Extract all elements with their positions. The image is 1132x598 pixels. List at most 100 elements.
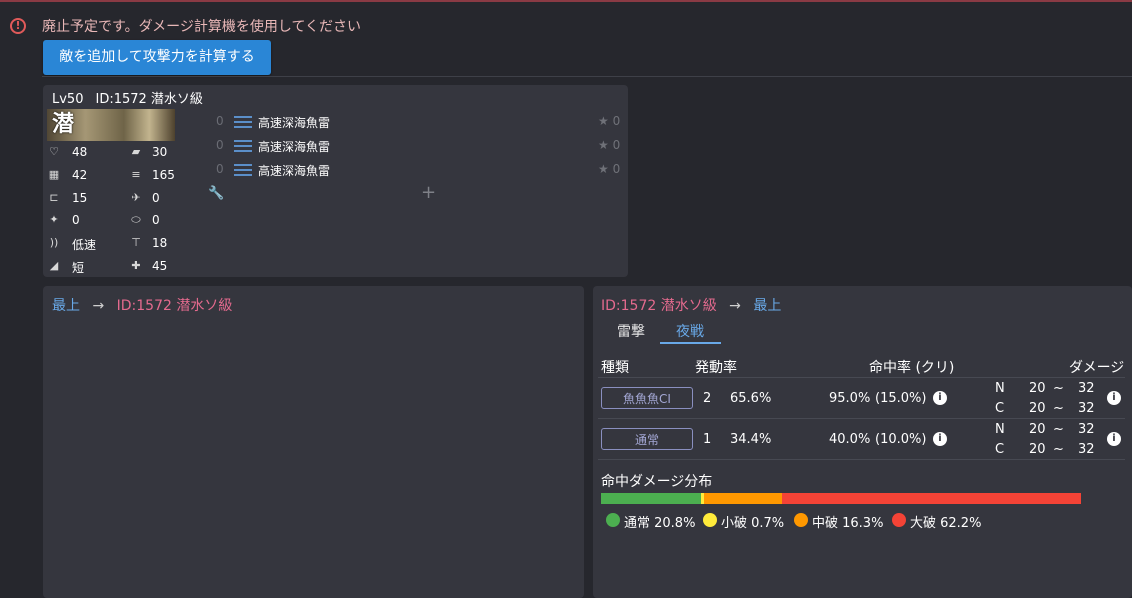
proficiency-star: ★ 0 <box>598 138 621 152</box>
speed-icon: )) <box>49 236 59 249</box>
legend-dot-icon <box>606 513 620 527</box>
arrow-right-icon: → <box>729 298 741 314</box>
hit-rate: 95.0% <box>829 391 871 406</box>
armor-icon: ▰ <box>131 145 141 158</box>
stat-value: 165 <box>152 168 175 182</box>
normal-label: N <box>995 422 1005 437</box>
add-equipment-button[interactable]: + <box>421 182 436 203</box>
left-breadcrumb: 最上 → ID:1572 潜水ソ級 <box>52 295 232 315</box>
legend-label: 大破 62.2% <box>910 516 982 531</box>
add-enemy-button[interactable]: 敵を追加して攻撃力を計算する <box>43 40 271 75</box>
stat-value: 短 <box>72 261 85 275</box>
normal-min: 20 <box>1029 422 1046 437</box>
defender-link[interactable]: ID:1572 潜水ソ級 <box>117 298 233 314</box>
tab-torpedo[interactable]: 雷撃 <box>617 321 645 341</box>
crit-label: C <box>995 442 1005 457</box>
wrench-icon[interactable]: 🔧 <box>208 186 224 201</box>
legend-label: 通常 20.8% <box>624 516 696 531</box>
divider <box>42 76 1132 77</box>
arrow-right-icon: → <box>92 298 105 314</box>
attacker-link[interactable]: ID:1572 潜水ソ級 <box>601 298 717 314</box>
equipment-name[interactable]: 高速深海魚雷 <box>258 138 330 155</box>
legend-label: 中破 16.3% <box>812 516 884 531</box>
right-breadcrumb: ID:1572 潜水ソ級 → 最上 <box>601 295 781 315</box>
tilde: ~ <box>1053 381 1064 396</box>
alert-circle-icon: ! <box>10 18 26 34</box>
proficiency-star: ★ 0 <box>598 162 621 176</box>
attack-type-chip[interactable]: 通常 <box>601 428 693 450</box>
legend-dot-icon <box>892 513 906 527</box>
distribution-segment <box>704 493 782 504</box>
stat-value: 0 <box>152 191 160 205</box>
info-icon[interactable]: i <box>1107 432 1121 446</box>
ship-level: Lv50 <box>52 92 84 107</box>
row-divider <box>598 377 1125 378</box>
equipment-name[interactable]: 高速深海魚雷 <box>258 114 330 131</box>
ship-type-badge: 潜 <box>51 112 74 137</box>
normal-max: 32 <box>1078 422 1095 437</box>
asw-icon: ✦ <box>49 213 59 226</box>
aa-icon: ✈ <box>131 191 141 204</box>
attacker-link[interactable]: 最上 <box>52 298 80 314</box>
defender-link[interactable]: 最上 <box>753 298 781 314</box>
improvement-count: 0 <box>216 138 224 152</box>
ship-banner[interactable]: 潜 <box>47 109 175 141</box>
col-header-damage: ダメージ <box>1069 360 1125 376</box>
stat-value: 30 <box>152 145 168 159</box>
stat-value: 42 <box>72 168 88 182</box>
luck-icon: ⊤ <box>131 236 141 249</box>
crit-min: 20 <box>1029 442 1046 457</box>
evasion-icon: ▦ <box>48 168 60 181</box>
torpedo-icon <box>234 116 252 132</box>
info-icon[interactable]: i <box>933 391 947 405</box>
crit-max: 32 <box>1078 442 1095 457</box>
stat-value: 18 <box>152 236 168 250</box>
stat-value: 45 <box>152 259 168 273</box>
deprecation-warning: 廃止予定です。ダメージ計算機を使用してください <box>42 19 362 35</box>
torpedo-icon <box>234 164 252 180</box>
trigger-rate: 34.4% <box>730 432 772 447</box>
ship-header: Lv50 ID:1572 潜水ソ級 <box>52 88 215 107</box>
equipment-name[interactable]: 高速深海魚雷 <box>258 162 330 179</box>
stat-value: 15 <box>72 191 88 205</box>
distribution-segment <box>601 493 701 504</box>
crit-rate: (10.0%) <box>875 432 927 447</box>
col-header-hit: 命中率 (クリ) <box>869 360 955 376</box>
attack-panel-left <box>43 286 584 598</box>
range-icon: ◢ <box>49 259 59 272</box>
legend-dot-icon <box>703 513 717 527</box>
ammo-icon: ≡ <box>131 168 141 181</box>
info-icon[interactable]: i <box>933 432 947 446</box>
col-header-rate: 発動率 <box>695 360 737 376</box>
row-divider <box>598 418 1125 419</box>
legend-dot-icon <box>794 513 808 527</box>
legend-label: 小破 0.7% <box>721 516 785 531</box>
hit-count: 1 <box>703 432 712 447</box>
improvement-count: 0 <box>216 162 224 176</box>
active-tab-indicator <box>660 342 721 344</box>
info-icon[interactable]: i <box>1107 391 1121 405</box>
crit-label: C <box>995 401 1005 416</box>
heart-icon: ♡ <box>49 145 59 158</box>
attack-type-chip[interactable]: 魚魚魚CI <box>601 387 693 409</box>
stat-value: 0 <box>72 213 80 227</box>
crit-rate: (15.0%) <box>875 391 927 406</box>
crit-max: 32 <box>1078 401 1095 416</box>
distribution-title: 命中ダメージ分布 <box>601 474 713 490</box>
tab-night-battle[interactable]: 夜戦 <box>676 321 704 341</box>
improvement-count: 0 <box>216 114 224 128</box>
hit-count: 2 <box>703 391 712 406</box>
torpedo-icon: ⊏ <box>49 191 59 204</box>
tilde: ~ <box>1053 401 1064 416</box>
normal-min: 20 <box>1029 381 1046 396</box>
proficiency-star: ★ 0 <box>598 114 621 128</box>
ship-name[interactable]: ID:1572 潜水ソ級 <box>95 92 202 107</box>
los-icon: ⬭ <box>131 213 141 226</box>
tilde: ~ <box>1053 442 1064 457</box>
distribution-segment <box>782 493 1081 504</box>
crit-min: 20 <box>1029 401 1046 416</box>
col-header-type: 種類 <box>601 360 629 376</box>
normal-max: 32 <box>1078 381 1095 396</box>
stat-value: 0 <box>152 213 160 227</box>
stat-value: 48 <box>72 145 88 159</box>
